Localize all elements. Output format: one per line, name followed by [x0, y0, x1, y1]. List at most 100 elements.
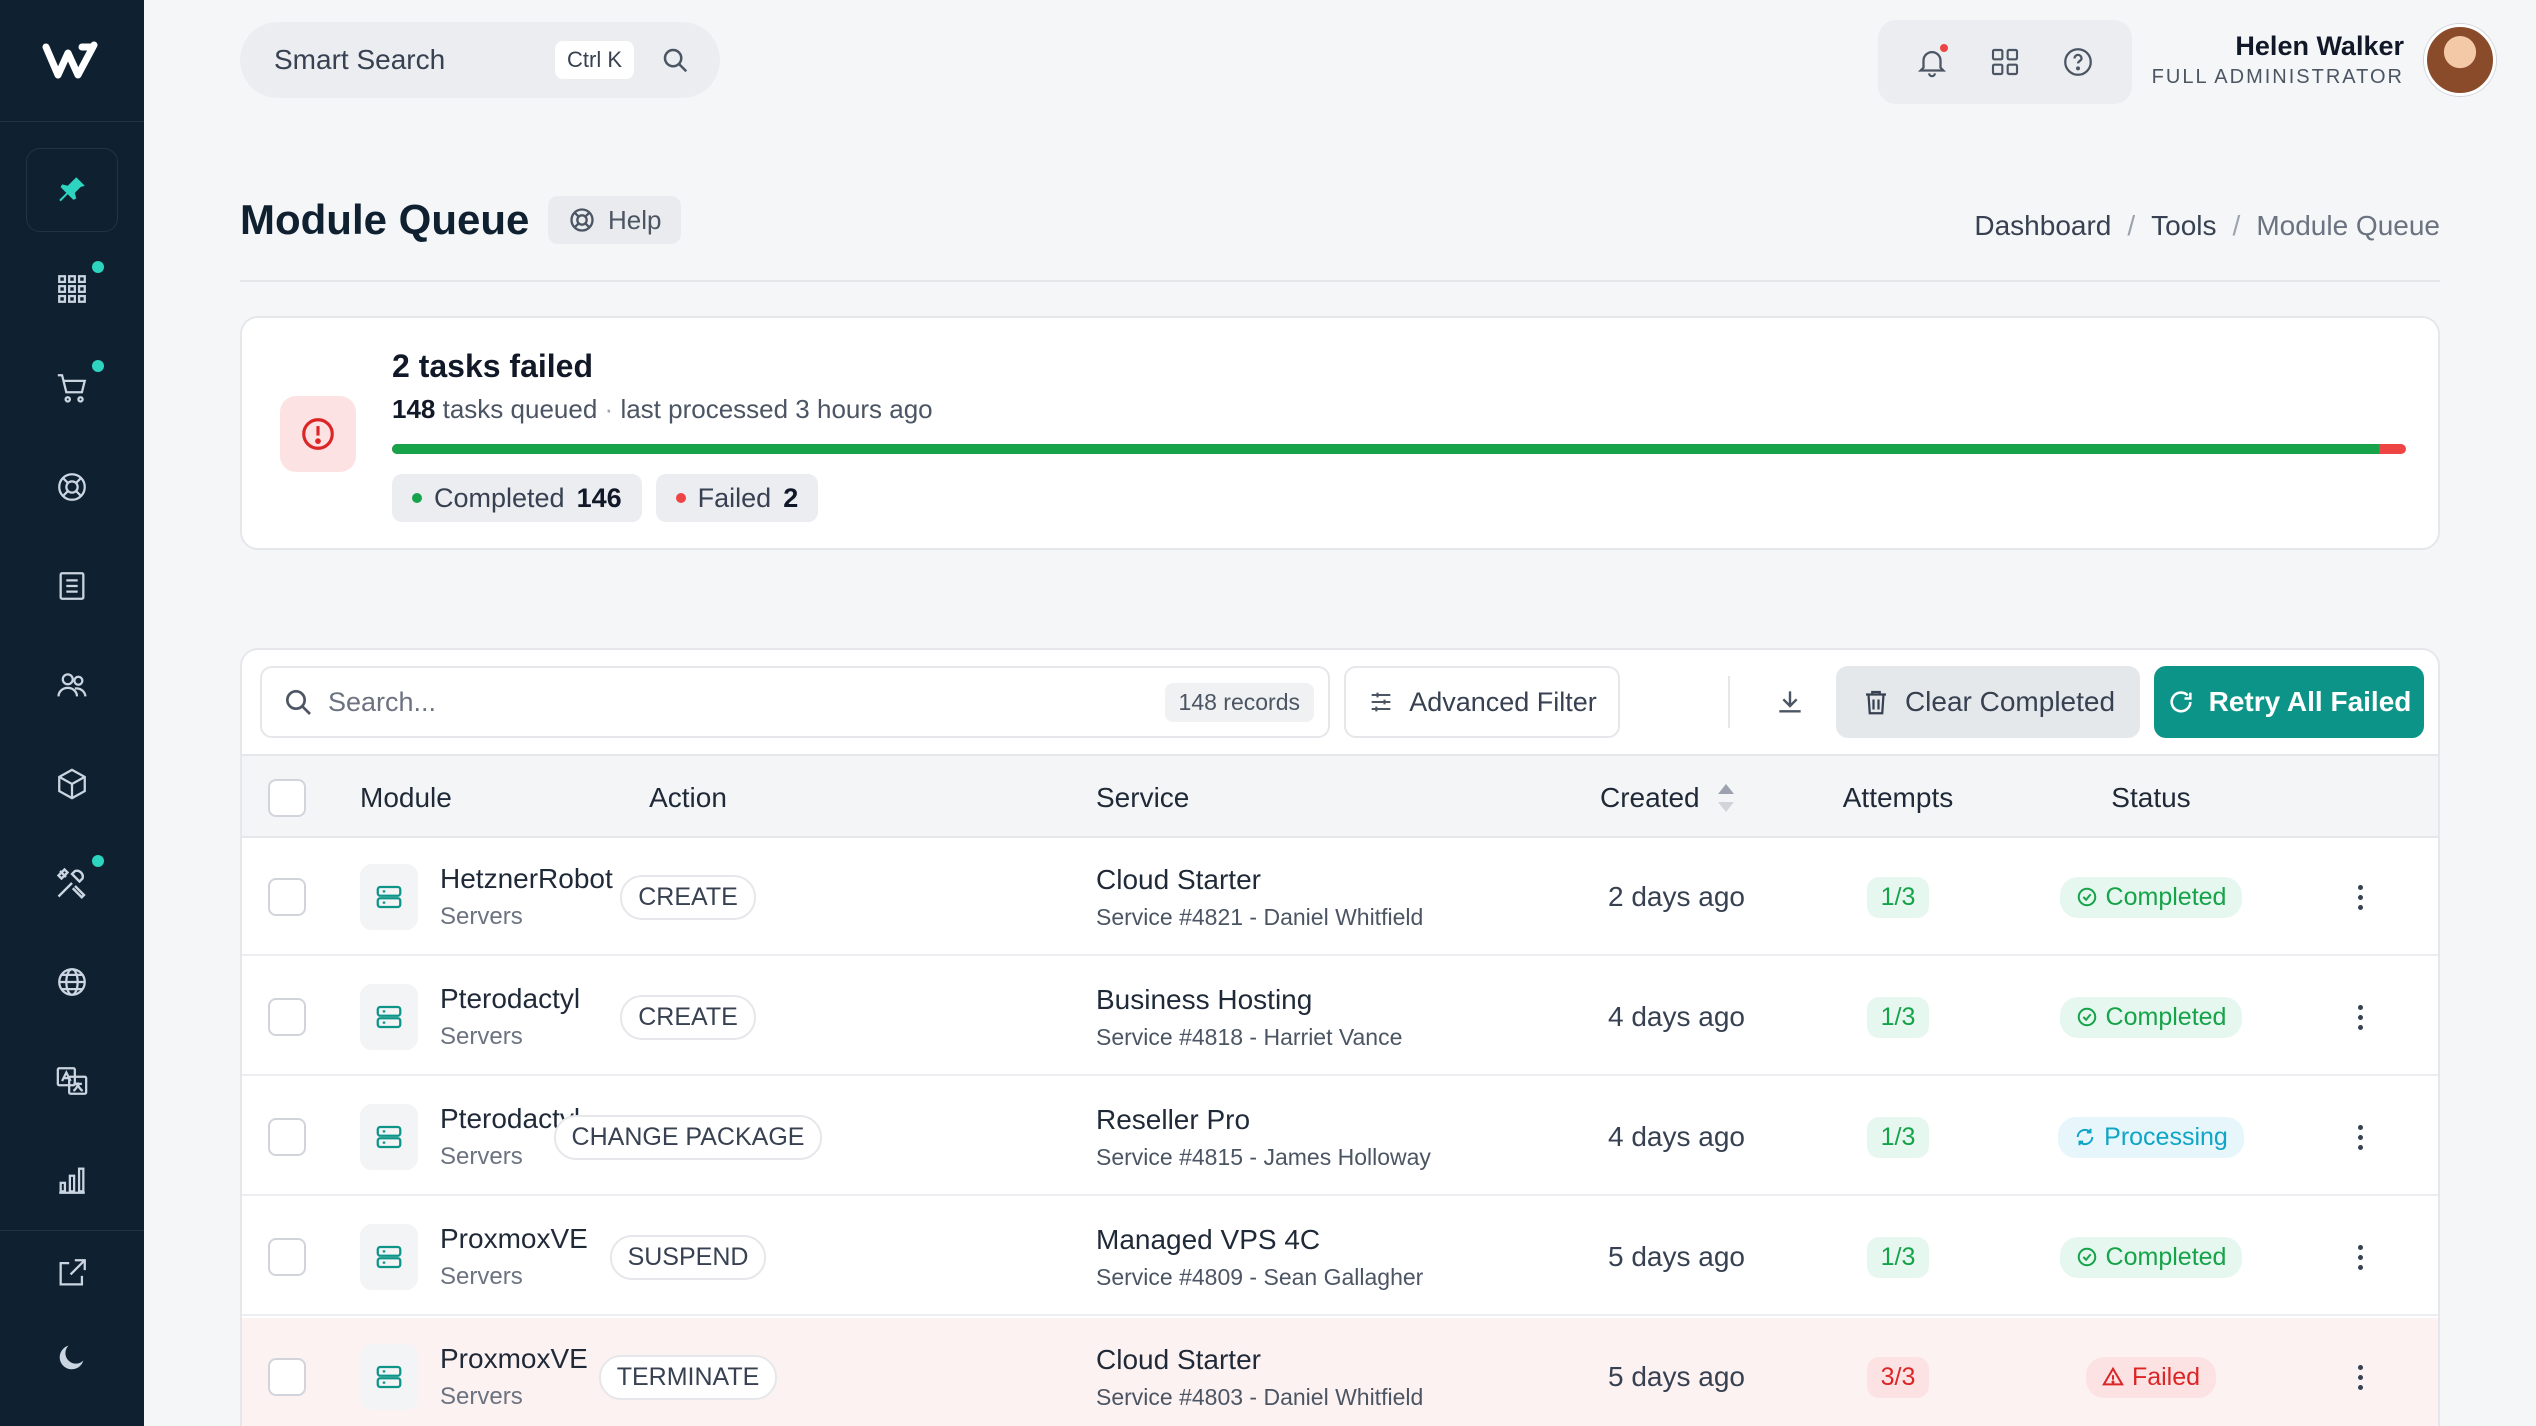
- row-checkbox[interactable]: [268, 1238, 306, 1276]
- top-icon-group: [1878, 20, 2132, 104]
- server-icon: [376, 1245, 402, 1269]
- attempts-cell: 3/3: [1798, 1318, 1998, 1426]
- help-button[interactable]: Help: [548, 196, 682, 244]
- table-row[interactable]: Pterodactyl Servers CREATE Business Host…: [242, 958, 2438, 1076]
- row-select-cell: [268, 1078, 306, 1196]
- sidebar-item-domains[interactable]: [0, 932, 144, 1031]
- smart-search[interactable]: Smart Search Ctrl K: [240, 22, 720, 98]
- status-label: Completed: [2105, 1002, 2227, 1031]
- check-circle-icon: [2077, 1247, 2096, 1267]
- action-badge: CREATE: [620, 994, 756, 1040]
- queue-summary-card: 2 tasks failed 148 tasks queued · last p…: [240, 316, 2440, 550]
- theme-toggle[interactable]: [0, 1315, 144, 1399]
- sidebar-item-orders[interactable]: [0, 338, 144, 437]
- table-toolbar: 148 records Advanced Filter Clear Comple…: [260, 666, 2424, 738]
- created-cell: 4 days ago: [1608, 958, 1745, 1076]
- service-detail[interactable]: Service #4809 - Sean Gallagher: [1096, 1264, 1423, 1291]
- status-badge: Failed: [2085, 1356, 2217, 1398]
- attempts-badge: 1/3: [1866, 1236, 1930, 1278]
- action-cell: CREATE: [542, 958, 834, 1076]
- column-created-label: Created: [1600, 782, 1700, 813]
- advanced-filter-button[interactable]: Advanced Filter: [1344, 666, 1620, 738]
- sidebar-item-clients[interactable]: [0, 635, 144, 734]
- select-all-checkbox[interactable]: [268, 779, 306, 817]
- service-detail[interactable]: Service #4821 - Daniel Whitfield: [1096, 904, 1423, 931]
- sidebar-item-billing[interactable]: [0, 536, 144, 635]
- download-icon: [1779, 691, 1801, 713]
- table-row[interactable]: ProxmoxVE Servers SUSPEND Managed VPS 4C…: [242, 1198, 2438, 1316]
- action-badge: TERMINATE: [598, 1354, 778, 1400]
- service-name[interactable]: Business Hosting: [1096, 984, 1402, 1016]
- service-detail[interactable]: Service #4815 - James Holloway: [1096, 1144, 1431, 1171]
- table-row[interactable]: HetznerRobot Servers CREATE Cloud Starte…: [242, 838, 2438, 956]
- user-role: FULL ADMINISTRATOR: [2151, 66, 2404, 88]
- breadcrumb-tools[interactable]: Tools: [2151, 210, 2216, 242]
- table-row[interactable]: Pterodactyl Servers CHANGE PACKAGE Resel…: [242, 1078, 2438, 1196]
- service-detail[interactable]: Service #4803 - Daniel Whitfield: [1096, 1384, 1423, 1411]
- logo[interactable]: [0, 0, 144, 122]
- service-detail[interactable]: Service #4818 - Harriet Vance: [1096, 1024, 1402, 1051]
- module-icon-tile: [360, 1224, 418, 1290]
- sidebar-item-reports[interactable]: [0, 1130, 144, 1229]
- sidebar-item-external[interactable]: [0, 1231, 144, 1315]
- invoice-icon: [59, 571, 85, 600]
- apps-button[interactable]: [1985, 42, 2025, 82]
- breadcrumb-dashboard[interactable]: Dashboard: [1974, 210, 2111, 242]
- sidebar-item-support[interactable]: [0, 437, 144, 536]
- status-badge: Completed: [2059, 876, 2243, 918]
- sidebar-item-translations[interactable]: [0, 1031, 144, 1130]
- export-button[interactable]: [1768, 680, 1812, 724]
- sort-icon[interactable]: [1716, 784, 1736, 812]
- sidebar-item-products[interactable]: [0, 734, 144, 833]
- sidebar-item-tools[interactable]: [0, 833, 144, 932]
- row-menu-button[interactable]: [2348, 997, 2372, 1037]
- completed-chip[interactable]: Completed 146: [392, 474, 642, 522]
- service-name[interactable]: Cloud Starter: [1096, 1344, 1423, 1376]
- row-checkbox[interactable]: [268, 878, 306, 916]
- action-badge: CREATE: [620, 874, 756, 920]
- service-name[interactable]: Managed VPS 4C: [1096, 1224, 1423, 1256]
- service-name[interactable]: Reseller Pro: [1096, 1104, 1431, 1136]
- column-status[interactable]: Status: [2046, 756, 2256, 840]
- row-checkbox[interactable]: [268, 1118, 306, 1156]
- retry-all-failed-button[interactable]: Retry All Failed: [2154, 666, 2424, 738]
- column-attempts[interactable]: Attempts: [1798, 756, 1998, 840]
- row-menu-button[interactable]: [2348, 1237, 2372, 1277]
- row-menu-button[interactable]: [2348, 877, 2372, 917]
- support-icon: [58, 472, 86, 501]
- status-label: Processing: [2104, 1122, 2228, 1151]
- notifications-button[interactable]: [1912, 42, 1952, 82]
- status-label: Completed: [2105, 882, 2227, 911]
- service-cell: Managed VPS 4C Service #4809 - Sean Gall…: [1096, 1198, 1423, 1316]
- sidebar-item-apps[interactable]: [0, 239, 144, 338]
- column-action[interactable]: Action: [542, 756, 834, 840]
- queue-progress-bar: [392, 444, 2406, 454]
- row-menu-button[interactable]: [2348, 1117, 2372, 1157]
- row-checkbox[interactable]: [268, 1358, 306, 1396]
- sliders-icon: [1371, 692, 1391, 712]
- created-cell: 5 days ago: [1608, 1318, 1745, 1426]
- translate-icon: [56, 1066, 88, 1095]
- help-center-button[interactable]: [2058, 42, 2098, 82]
- row-actions-cell: [2348, 1078, 2372, 1196]
- user-menu[interactable]: Helen Walker FULL ADMINISTRATOR: [2152, 24, 2496, 96]
- action-cell: SUSPEND: [542, 1198, 834, 1316]
- search-input[interactable]: [328, 686, 1165, 718]
- help-button-label: Help: [608, 204, 662, 235]
- row-checkbox[interactable]: [268, 998, 306, 1036]
- alert-badge: [280, 396, 356, 472]
- service-name[interactable]: Cloud Starter: [1096, 864, 1423, 896]
- column-module[interactable]: Module: [360, 756, 452, 840]
- column-created[interactable]: Created: [1600, 756, 1736, 840]
- last-processed: last processed 3 hours ago: [620, 394, 933, 424]
- clear-completed-button[interactable]: Clear Completed: [1836, 666, 2140, 738]
- row-menu-button[interactable]: [2348, 1357, 2372, 1397]
- sidebar-item-pinned[interactable]: [0, 140, 144, 239]
- select-all-cell: [268, 756, 306, 840]
- table-row[interactable]: ProxmoxVE Servers TERMINATE Cloud Starte…: [242, 1318, 2438, 1426]
- avatar[interactable]: [2424, 24, 2496, 96]
- column-service[interactable]: Service: [1096, 756, 1189, 840]
- attempts-cell: 1/3: [1798, 1198, 1998, 1316]
- table-search[interactable]: 148 records: [260, 666, 1330, 738]
- failed-chip[interactable]: Failed 2: [655, 474, 819, 522]
